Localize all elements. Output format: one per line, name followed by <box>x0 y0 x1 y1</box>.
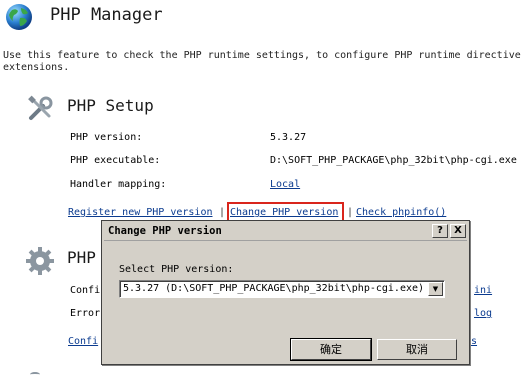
register-php-version-link[interactable]: Register new PHP version <box>68 207 213 218</box>
ok-button[interactable]: 确定 <box>290 338 372 361</box>
globe-icon <box>4 2 34 32</box>
settings-log-link[interactable]: log <box>474 308 492 319</box>
dialog-titlebar[interactable]: Change PHP version ? X <box>104 223 467 241</box>
settings-extra-link[interactable]: s <box>471 336 477 347</box>
change-php-version-link[interactable]: Change PHP version <box>230 207 338 218</box>
help-button[interactable]: ? <box>432 224 448 238</box>
php-version-value: 5.3.27 <box>270 132 307 143</box>
tools-icon <box>25 94 55 124</box>
php-version-label: PHP version: <box>70 132 143 143</box>
php-version-select-value: 5.3.27 (D:\SOFT_PHP_PACKAGE\php_32bit\ph… <box>123 283 425 294</box>
settings-row-error: Error <box>70 308 101 319</box>
cancel-button[interactable]: 取消 <box>377 339 457 360</box>
gear-icon <box>25 246 55 276</box>
php-executable-value: D:\SOFT_PHP_PACKAGE\php_32bit\php-cgi.ex… <box>270 155 517 166</box>
php-executable-label: PHP executable: <box>70 155 161 166</box>
link-separator: | <box>219 207 226 218</box>
handler-mapping-label: Handler mapping: <box>70 179 167 190</box>
settings-config-link[interactable]: Confi <box>68 336 98 347</box>
page-description-cont: extensions. <box>3 62 70 73</box>
change-php-version-dialog: Change PHP version ? X Select PHP versio… <box>101 220 470 365</box>
select-php-version-label: Select PHP version: <box>119 264 234 275</box>
settings-ini-link[interactable]: ini <box>474 285 492 296</box>
php-version-select[interactable]: 5.3.27 (D:\SOFT_PHP_PACKAGE\php_32bit\ph… <box>119 280 445 298</box>
settings-row-config: Confi <box>70 285 101 296</box>
section-title-php-setup: PHP Setup <box>67 96 154 115</box>
check-phpinfo-link[interactable]: Check phpinfo() <box>356 207 446 218</box>
section-title-php-settings: PHP <box>67 248 96 267</box>
chevron-down-icon[interactable]: ▼ <box>428 282 443 296</box>
page-description: Use this feature to check the PHP runtim… <box>3 50 521 61</box>
page-title: PHP Manager <box>50 5 163 25</box>
dialog-title: Change PHP version <box>108 225 222 237</box>
handler-mapping-link[interactable]: Local <box>270 179 300 190</box>
bottom-icon-partial <box>30 372 40 377</box>
link-separator: | <box>347 207 354 218</box>
close-button[interactable]: X <box>450 224 466 238</box>
